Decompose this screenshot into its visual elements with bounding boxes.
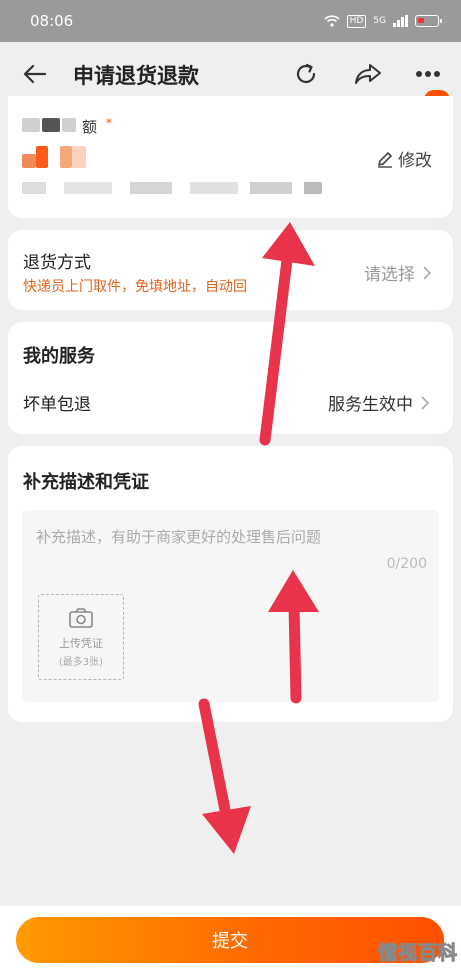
blurred-name — [62, 118, 76, 132]
upload-label: 上传凭证 — [59, 636, 103, 650]
watermark: 懂视百科 — [377, 942, 459, 965]
blurred-avatar — [60, 146, 72, 168]
status-time: 08:06 — [30, 12, 74, 30]
blurred-avatar — [72, 146, 86, 168]
description-input[interactable]: 补充描述，有助于商家更好的处理售后问题 0/200 上传凭证 (最多3张) — [22, 510, 439, 702]
arrow-down-submit-icon — [198, 698, 251, 854]
signal-icon — [393, 15, 408, 27]
description-char-count: 0/200 — [386, 556, 427, 572]
service-title: 我的服务 — [23, 346, 95, 367]
hd-badge: HD — [346, 14, 367, 28]
upload-evidence-button[interactable]: 上传凭证 (最多3张) — [38, 594, 124, 680]
required-star: * — [106, 116, 112, 130]
status-icons: HD 5G — [324, 14, 442, 28]
chevron-right-icon — [421, 395, 429, 410]
return-method-select-label: 请选择 — [364, 265, 415, 285]
page-title: 申请退货退款 — [73, 64, 199, 88]
share-button[interactable] — [352, 58, 384, 90]
blurred-name — [42, 118, 60, 132]
chevron-right-icon — [423, 265, 431, 280]
edit-pencil-icon — [378, 151, 392, 168]
page-header: 申请退货退款 15 — [0, 42, 461, 110]
edit-address-label: 修改 — [398, 151, 432, 171]
service-name: 坏单包退 — [23, 395, 91, 415]
upload-limit: (最多3张) — [58, 656, 104, 668]
camera-icon — [69, 607, 93, 628]
more-button[interactable] — [412, 58, 444, 90]
address-card: 额 * 修改 — [8, 96, 453, 218]
description-title: 补充描述和凭证 — [23, 472, 149, 493]
share-icon — [355, 64, 381, 84]
return-method-title: 退货方式 — [23, 253, 91, 273]
return-method-select[interactable]: 请选择 — [364, 260, 431, 285]
return-method-card[interactable]: 退货方式 快递员上门取件，免填地址，自动回 请选择 — [8, 230, 453, 310]
blurred-address — [22, 182, 322, 194]
blurred-avatar — [36, 146, 48, 168]
blurred-avatar — [22, 154, 36, 168]
description-placeholder: 补充描述，有助于商家更好的处理售后问题 — [36, 528, 322, 546]
blurred-name — [22, 118, 40, 132]
refresh-icon — [296, 63, 316, 84]
status-bar: 08:06 HD 5G — [0, 0, 461, 42]
return-method-subtitle: 快递员上门取件，免填地址，自动回 — [23, 279, 247, 295]
address-label: 额 — [82, 118, 98, 136]
wifi-icon — [324, 15, 340, 27]
service-card: 我的服务 坏单包退 服务生效中 — [8, 322, 453, 434]
edit-address-button[interactable]: 修改 — [376, 146, 432, 171]
more-icon — [416, 71, 440, 77]
service-status-link[interactable]: 服务生效中 — [328, 390, 429, 415]
refresh-button[interactable] — [290, 58, 322, 90]
back-arrow-icon — [23, 64, 47, 84]
back-button[interactable] — [20, 60, 50, 88]
description-card: 补充描述和凭证 补充描述，有助于商家更好的处理售后问题 0/200 上传凭证 (… — [8, 446, 453, 722]
battery-icon — [415, 15, 442, 27]
network-type: 5G — [373, 16, 386, 26]
service-status-label: 服务生效中 — [328, 395, 413, 415]
